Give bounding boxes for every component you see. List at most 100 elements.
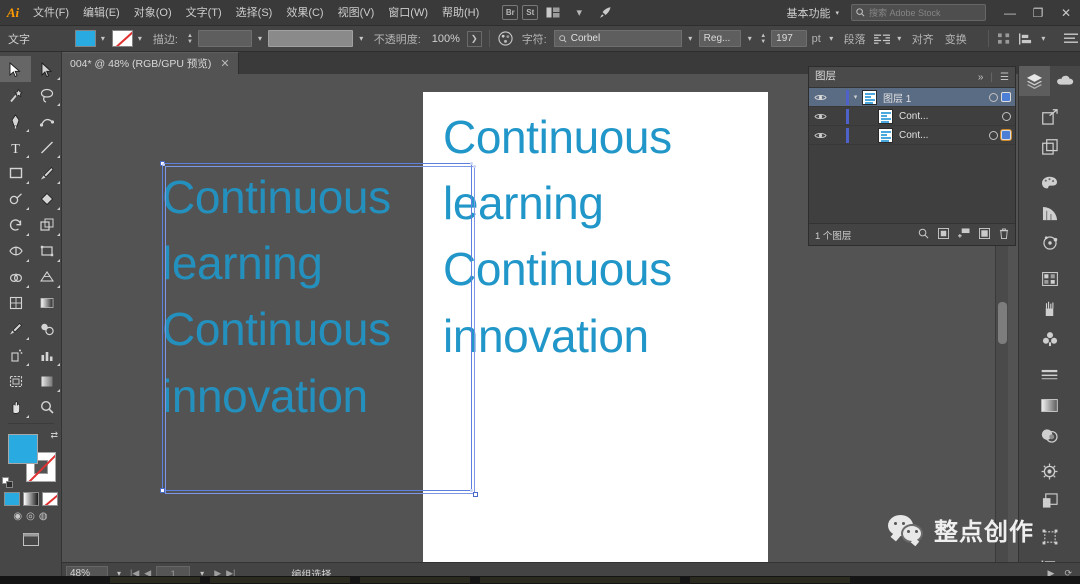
- stock-search-input[interactable]: 搜索 Adobe Stock: [851, 4, 986, 21]
- eye-icon[interactable]: [809, 112, 831, 121]
- create-new-layer-icon[interactable]: [979, 227, 990, 242]
- discover-rocket-icon[interactable]: [594, 4, 616, 22]
- collapse-panel-icon[interactable]: »: [978, 72, 984, 83]
- transform-label[interactable]: 变换: [941, 31, 971, 47]
- rectangle-tool[interactable]: [0, 160, 31, 186]
- eye-icon[interactable]: [809, 131, 831, 140]
- stroke-swatch[interactable]: [111, 30, 133, 47]
- gradient-mode-icon[interactable]: [22, 492, 39, 506]
- color-panel-icon[interactable]: [1034, 168, 1065, 198]
- stroke-weight-stepper[interactable]: ▲ ▼: [185, 33, 195, 45]
- selection-point-tr-2[interactable]: [473, 165, 476, 168]
- symbol-sprayer-tool[interactable]: [0, 342, 31, 368]
- opacity-chevron-icon[interactable]: ❯: [466, 30, 482, 47]
- chevron-down-icon[interactable]: ▾: [894, 30, 905, 47]
- chevron-down-icon[interactable]: ▾: [568, 4, 590, 22]
- selection-handle-br-2[interactable]: [473, 492, 478, 497]
- export-panel-icon[interactable]: [1034, 102, 1065, 132]
- locate-object-icon[interactable]: [918, 228, 929, 242]
- menu-file[interactable]: 文件(F): [26, 0, 76, 26]
- chevron-down-icon[interactable]: ▾: [356, 30, 367, 47]
- appearance-panel-icon[interactable]: [1034, 456, 1065, 486]
- minimize-button[interactable]: —: [996, 0, 1024, 26]
- chevron-down-icon[interactable]: ▾: [826, 30, 837, 47]
- chevron-down-icon[interactable]: ▾: [744, 30, 755, 47]
- transparency-panel-icon[interactable]: [1034, 420, 1065, 450]
- menu-edit[interactable]: 编辑(E): [76, 0, 127, 26]
- symbols-panel-icon[interactable]: [1034, 324, 1065, 354]
- hand-tool[interactable]: [0, 394, 31, 420]
- artboard-text-object[interactable]: Continuous learning Continuous innovatio…: [443, 104, 753, 369]
- screen-mode-icon[interactable]: [20, 530, 42, 548]
- delete-selection-icon[interactable]: [999, 227, 1009, 242]
- transform-panel-icon[interactable]: [1034, 522, 1065, 552]
- perspective-grid-tool[interactable]: [31, 264, 62, 290]
- layers-panel-icon[interactable]: [1019, 66, 1050, 96]
- gradient-tool[interactable]: [31, 290, 62, 316]
- menu-object[interactable]: 对象(O): [127, 0, 179, 26]
- selection-bounding-box-offset[interactable]: [165, 165, 478, 497]
- line-segment-tool[interactable]: [31, 134, 62, 160]
- font-size-field[interactable]: 197: [771, 30, 807, 47]
- default-fill-stroke-icon[interactable]: [2, 477, 13, 488]
- make-clipping-mask-icon[interactable]: [938, 227, 949, 242]
- lasso-tool[interactable]: [31, 82, 62, 108]
- paintbrush-tool[interactable]: [31, 160, 62, 186]
- recolor-artwork-icon[interactable]: [497, 30, 515, 48]
- gradient-panel-icon[interactable]: [1034, 390, 1065, 420]
- align-label[interactable]: 对齐: [908, 31, 938, 47]
- eyedropper-tool[interactable]: [0, 316, 31, 342]
- chevron-down-icon[interactable]: ▾: [255, 30, 266, 47]
- rotate-tool[interactable]: [0, 212, 31, 238]
- font-style-field[interactable]: Reg...: [698, 30, 742, 47]
- document-tab[interactable]: 004* @ 48% (RGB/GPU 预览) ✕: [62, 52, 239, 74]
- brush-definition-field[interactable]: [268, 30, 353, 47]
- layer-name[interactable]: Cont...: [893, 130, 928, 141]
- layer-row[interactable]: Cont...: [809, 126, 1015, 145]
- color-guide-panel-icon[interactable]: [1034, 198, 1065, 228]
- color-mode-icon[interactable]: [3, 492, 20, 506]
- control-bar-menu-icon[interactable]: [1062, 30, 1080, 48]
- paragraph-align-icon[interactable]: [873, 30, 891, 48]
- stroke-swatch-control[interactable]: ▾: [111, 30, 146, 47]
- graphic-styles-panel-icon[interactable]: [1034, 486, 1065, 516]
- layer-row[interactable]: Cont...: [809, 107, 1015, 126]
- artboards-panel-icon[interactable]: [1034, 132, 1065, 162]
- create-new-sublayer-icon[interactable]: [958, 227, 970, 242]
- width-tool[interactable]: [0, 238, 31, 264]
- menu-type[interactable]: 文字(T): [179, 0, 229, 26]
- close-button[interactable]: ✕: [1052, 0, 1080, 26]
- workspace-switcher[interactable]: 基本功能 ▾: [782, 5, 843, 21]
- curvature-tool[interactable]: [31, 108, 62, 134]
- mesh-tool[interactable]: [0, 290, 31, 316]
- menu-window[interactable]: 窗口(W): [381, 0, 435, 26]
- eraser-tool[interactable]: [31, 186, 62, 212]
- color-themes-panel-icon[interactable]: [1034, 228, 1065, 258]
- menu-select[interactable]: 选择(S): [229, 0, 280, 26]
- stock-icon[interactable]: St: [522, 5, 539, 20]
- stroke-panel-icon[interactable]: [1034, 360, 1065, 390]
- shaper-tool[interactable]: [0, 186, 31, 212]
- panel-menu-icon[interactable]: ☰: [1000, 72, 1009, 83]
- target-indicator-icon[interactable]: [1002, 111, 1011, 121]
- scale-tool[interactable]: [31, 212, 62, 238]
- scrollbar-thumb[interactable]: [998, 302, 1007, 344]
- chevron-down-icon[interactable]: ▾: [685, 30, 696, 47]
- swatches-panel-icon[interactable]: [1034, 264, 1065, 294]
- selection-tool[interactable]: [0, 56, 31, 82]
- fill-swatch-control[interactable]: ▾: [74, 30, 109, 47]
- layer-row[interactable]: ▾ 图层 1: [809, 88, 1015, 107]
- magic-wand-tool[interactable]: [0, 82, 31, 108]
- distribute-icon[interactable]: [1017, 30, 1035, 48]
- paragraph-label[interactable]: 段落: [840, 31, 870, 47]
- character-label[interactable]: 字符:: [518, 31, 551, 47]
- brushes-panel-icon[interactable]: [1034, 294, 1065, 324]
- restore-button[interactable]: ❐: [1024, 0, 1052, 26]
- opacity-label[interactable]: 不透明度:: [370, 31, 425, 47]
- chevron-down-icon[interactable]: ▾: [1038, 30, 1049, 47]
- close-icon[interactable]: ✕: [220, 57, 229, 70]
- stroke-weight-field[interactable]: [197, 30, 252, 47]
- layer-name[interactable]: Cont...: [893, 111, 928, 122]
- chevron-down-icon[interactable]: ▾: [97, 30, 109, 47]
- font-family-field[interactable]: Corbel: [553, 30, 682, 47]
